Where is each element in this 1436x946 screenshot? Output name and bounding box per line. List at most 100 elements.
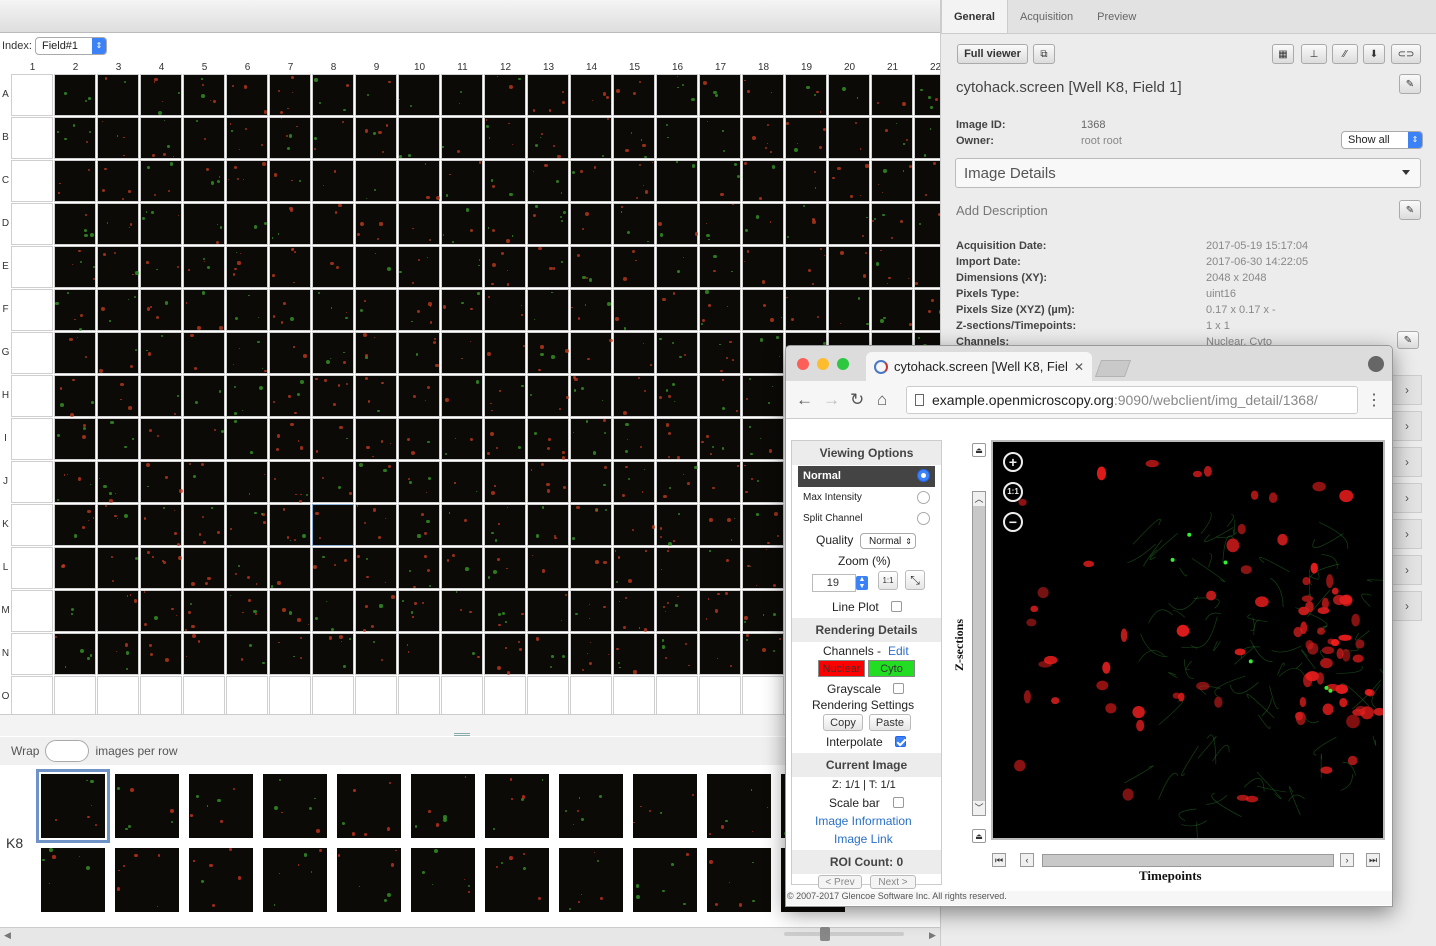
plate-well[interactable] — [570, 117, 612, 159]
field-thumbnail[interactable] — [115, 848, 179, 912]
paste-button[interactable]: Paste — [869, 714, 911, 731]
plate-well[interactable] — [613, 504, 656, 546]
path-icon[interactable]: ⁄⁄ — [1332, 44, 1358, 64]
plate-well[interactable] — [699, 590, 741, 632]
plate-well[interactable] — [97, 418, 139, 460]
plate-well[interactable] — [140, 203, 182, 245]
plate-well[interactable] — [441, 117, 483, 159]
plate-well[interactable] — [11, 74, 53, 116]
plate-well[interactable] — [54, 203, 96, 245]
plate-well[interactable] — [527, 203, 569, 245]
plate-well[interactable] — [484, 160, 526, 202]
plate-well[interactable] — [613, 246, 655, 288]
plate-well[interactable] — [97, 633, 139, 675]
plate-well[interactable] — [54, 547, 96, 589]
plate-well[interactable] — [699, 676, 741, 714]
plate-well[interactable] — [355, 160, 397, 202]
plate-well[interactable] — [484, 590, 526, 632]
plate-well[interactable] — [441, 74, 483, 116]
plate-well[interactable] — [742, 203, 784, 245]
plate-well[interactable] — [871, 160, 913, 202]
plate-well[interactable] — [97, 676, 139, 714]
plate-well[interactable] — [484, 332, 526, 374]
zoom-stepper-icon[interactable]: ▲ ▼ — [856, 576, 868, 590]
plate-well[interactable] — [828, 160, 870, 202]
plate-well[interactable] — [570, 332, 613, 374]
copy-button[interactable]: Copy — [823, 714, 863, 731]
wrap-input[interactable] — [45, 740, 90, 762]
plate-well[interactable] — [570, 160, 612, 202]
plate-well[interactable] — [140, 633, 182, 675]
plate-well[interactable] — [484, 375, 526, 417]
expand-arrow-icon[interactable]: › — [1392, 375, 1422, 405]
plate-well[interactable] — [398, 203, 440, 245]
plate-well[interactable] — [398, 676, 440, 714]
plate-well[interactable] — [183, 461, 225, 503]
plate-well[interactable] — [828, 74, 870, 116]
plate-well[interactable] — [398, 160, 441, 202]
plate-well[interactable] — [742, 332, 784, 374]
plate-well[interactable] — [656, 461, 698, 503]
expand-arrow-icon[interactable]: › — [1392, 483, 1422, 513]
plate-well[interactable] — [11, 332, 53, 374]
plate-well[interactable] — [226, 160, 268, 202]
plate-well[interactable] — [570, 418, 612, 460]
plate-well[interactable] — [656, 160, 698, 202]
plate-well[interactable] — [312, 74, 354, 116]
plate-well[interactable] — [54, 289, 96, 331]
edit-name-icon[interactable]: ✎ — [1399, 74, 1421, 94]
quality-select[interactable]: Normal ⇕ — [860, 533, 916, 549]
plate-well[interactable] — [742, 375, 784, 417]
address-bar[interactable]: example.openmicroscopy.org:9090/webclien… — [906, 386, 1358, 414]
plate-well[interactable] — [742, 633, 784, 675]
plate-well[interactable] — [699, 160, 741, 202]
plate-well[interactable] — [312, 676, 354, 714]
z-down-icon[interactable]: ﹀ — [973, 801, 985, 815]
field-thumbnail[interactable] — [411, 774, 475, 838]
field-thumbnail[interactable] — [337, 774, 401, 838]
expand-arrow-icon[interactable]: › — [1392, 519, 1422, 549]
plate-well[interactable] — [527, 633, 569, 675]
expand-arrow-icon[interactable]: › — [1392, 555, 1422, 585]
plate-well[interactable] — [570, 74, 612, 116]
plate-well[interactable] — [355, 203, 397, 245]
zoom-in-icon[interactable]: + — [1003, 452, 1023, 472]
plate-well[interactable] — [312, 461, 354, 503]
plate-well[interactable] — [54, 375, 96, 417]
plate-well[interactable] — [11, 418, 53, 460]
plate-well[interactable] — [398, 504, 440, 546]
plate-well[interactable] — [441, 332, 483, 374]
plate-well[interactable] — [785, 246, 827, 288]
plate-well[interactable] — [97, 289, 139, 331]
plate-well[interactable] — [527, 676, 569, 714]
plate-well[interactable] — [226, 418, 268, 460]
plate-well[interactable] — [699, 461, 741, 503]
plate-well[interactable] — [355, 633, 397, 675]
plate-well[interactable] — [699, 203, 741, 245]
plate-well[interactable] — [570, 375, 612, 417]
plate-well[interactable] — [742, 418, 784, 460]
plate-well[interactable] — [527, 418, 569, 461]
zoom-one-to-one-icon[interactable]: 1:1 — [878, 571, 898, 590]
plate-well[interactable] — [140, 590, 182, 632]
download-icon[interactable]: ⬇ — [1363, 44, 1385, 64]
plate-well[interactable] — [871, 246, 913, 288]
image-canvas[interactable]: + 1:1 − — [991, 440, 1385, 840]
plate-well[interactable] — [140, 74, 182, 116]
hierarchy-icon[interactable]: ⊥ — [1301, 44, 1327, 64]
zoom-reset-icon[interactable]: 1:1 — [1003, 482, 1023, 502]
plate-well[interactable] — [269, 504, 311, 546]
plate-well[interactable] — [699, 504, 741, 546]
plate-well[interactable] — [914, 246, 940, 288]
plate-well[interactable] — [97, 504, 139, 546]
plate-well[interactable] — [613, 160, 655, 202]
plate-well[interactable] — [269, 547, 311, 589]
plate-well[interactable] — [54, 117, 96, 159]
plate-well[interactable] — [871, 289, 913, 331]
plate-well[interactable] — [613, 375, 655, 417]
plate-well[interactable] — [269, 676, 311, 714]
scale-bar-checkbox[interactable] — [893, 797, 904, 808]
plate-well[interactable] — [656, 203, 699, 245]
t-last-icon[interactable]: ⏭ — [1366, 853, 1380, 867]
plate-well[interactable] — [656, 117, 698, 159]
